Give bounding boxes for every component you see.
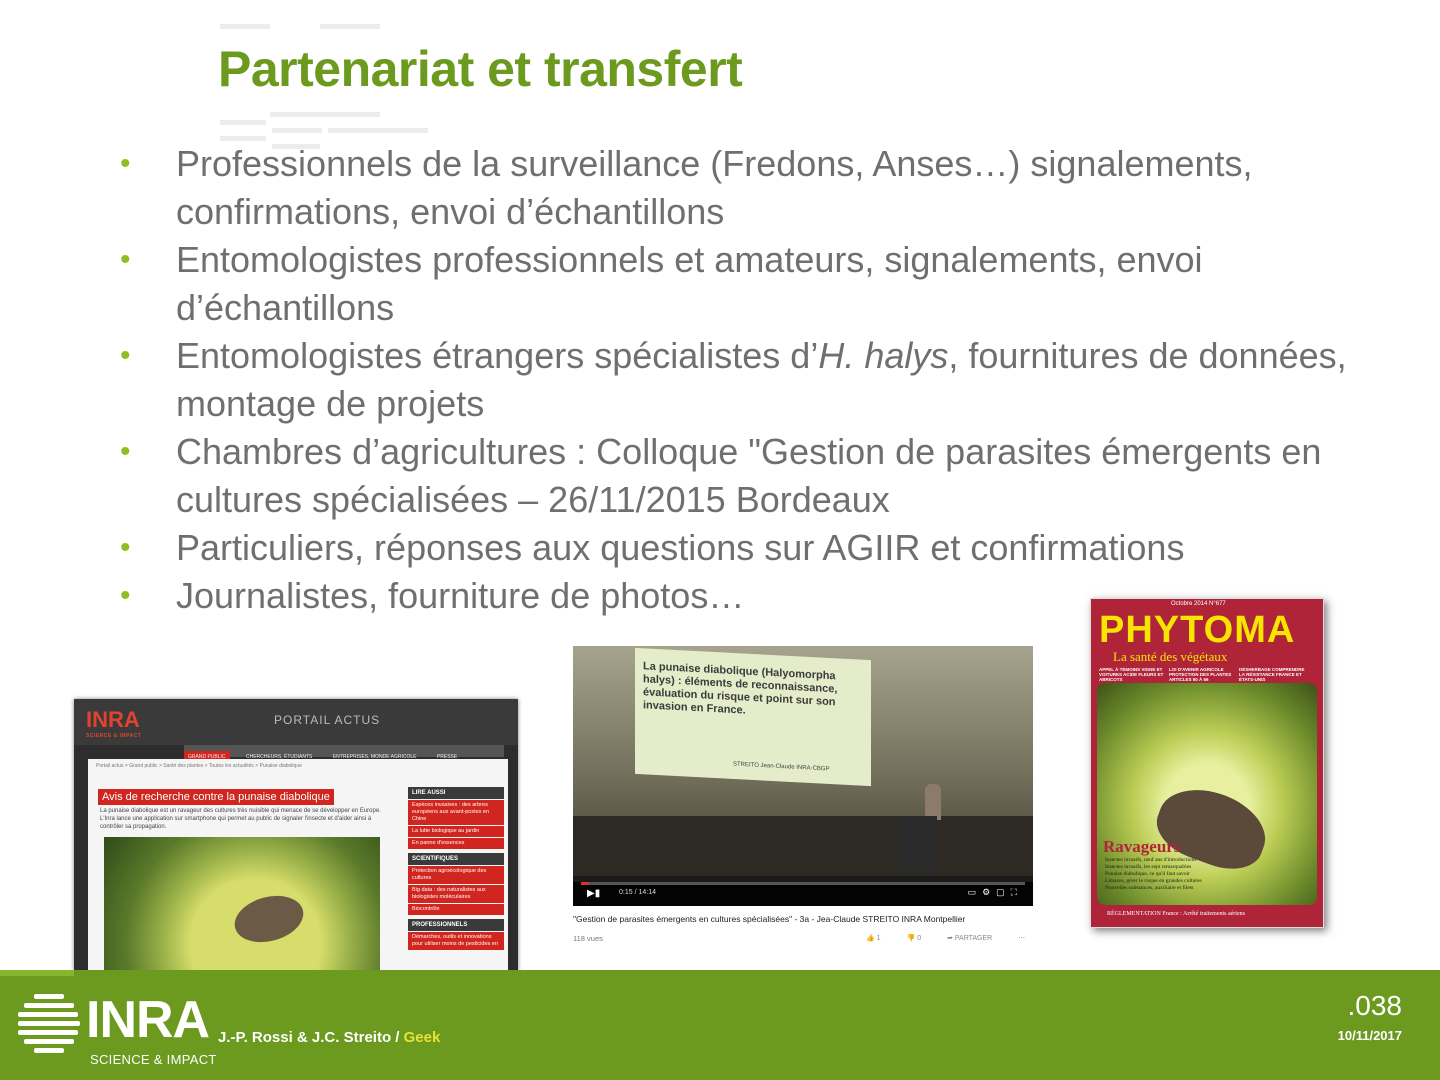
bullet-item: • Particuliers, réponses aux questions su…	[120, 524, 1360, 572]
sidebar-link[interactable]: Big data : des naturalistes aux biologis…	[408, 885, 504, 903]
portal-title: PORTAIL ACTUS	[274, 713, 381, 727]
breadcrumb: Portail actus > Grand public > Santé des…	[96, 763, 302, 769]
magazine-subtitle: La santé des végétaux	[1113, 649, 1228, 664]
sidebar-header: LIRE AUSSI	[408, 787, 504, 799]
sidebar-header: SCIENTIFIQUES	[408, 853, 504, 865]
like-button[interactable]: 👍 1	[866, 935, 893, 942]
sidebar-link[interactable]: Espèces invasives : des arbres européens…	[408, 800, 504, 825]
bullet-item: • Chambres d’agricultures : Colloque "Ges…	[120, 428, 1360, 524]
sidebar-link[interactable]: En panne d'essences	[408, 838, 504, 849]
portal-sidebar: LIRE AUSSI Espèces invasives : des arbre…	[408, 783, 504, 950]
bullet-item: • Entomologistes étrangers spécialistes d…	[120, 332, 1360, 428]
stink-bug-image	[229, 888, 309, 950]
article-intro: La punaise diabolique est un ravageur de…	[100, 808, 381, 830]
sidebar-link[interactable]: Démarches, outils et innovations pour ut…	[408, 932, 504, 950]
slide-title: Partenariat et transfert	[218, 41, 743, 97]
bullet-icon: •	[120, 531, 131, 564]
conference-video[interactable]: La punaise diabolique (Halyomorpha halys…	[573, 646, 1033, 906]
bullet-item: • Entomologistes professionnels et amateu…	[120, 236, 1360, 332]
magazine-regulation: RÉGLEMENTATION France : Arrêté traitemen…	[1107, 911, 1245, 917]
portal-page: Portail actus > Grand public > Santé des…	[88, 759, 508, 971]
magazine-masthead: PHYTOMA	[1099, 609, 1296, 651]
sidebar-link[interactable]: La lutte biologique au jardin	[408, 826, 504, 837]
footer-tagline: SCIENCE & IMPACT	[90, 1052, 217, 1067]
inra-portal-logo: INRA SCIENCE & IMPACT	[86, 707, 142, 739]
video-time: 0:15 / 14:14	[619, 889, 656, 896]
footer-credits: J.-P. Rossi & J.C. Streito / Geek	[218, 1029, 441, 1046]
bullet-icon: •	[120, 435, 131, 468]
stink-bug-photo	[104, 837, 380, 971]
footer-logo-text: INRA	[86, 991, 210, 1049]
bullet-icon: •	[120, 147, 131, 180]
bullet-icon: •	[120, 339, 131, 372]
phytoma-magazine-cover: Octobre 2014 N°677 PHYTOMA La santé des …	[1090, 598, 1324, 928]
sidebar-link[interactable]: Protection agroécologique des cultures	[408, 866, 504, 884]
speaker	[925, 784, 941, 820]
magazine-feature: Ravageurs	[1103, 837, 1181, 856]
video-views: 118 vues	[573, 934, 603, 943]
sidebar-link[interactable]: Biocontrôle	[408, 904, 504, 915]
bullet-item: • Professionnels de la surveillance (Fred…	[120, 140, 1360, 236]
more-icon[interactable]: ⋯	[1018, 935, 1025, 942]
play-pause-icon[interactable]: ▶▮	[587, 888, 600, 899]
dislike-button[interactable]: 👎 0	[907, 935, 934, 942]
video-progress-fill	[581, 882, 589, 885]
magazine-teasers: APPEL À TÉMOINS VIGNE ET VOITURES ACIDE …	[1099, 667, 1305, 682]
share-button[interactable]: ➦ PARTAGER	[947, 935, 1004, 942]
bullet-list: • Professionnels de la surveillance (Fred…	[120, 140, 1360, 620]
slide-date: 10/11/2017	[1337, 1028, 1402, 1043]
inra-globe-icon	[18, 994, 80, 1056]
stage	[573, 816, 1033, 876]
video-actions: 👍 1 👎 0 ➦ PARTAGER ⋯	[866, 934, 1037, 942]
article-heading: Avis de recherche contre la punaise diab…	[98, 789, 334, 805]
species-name: H. halys	[818, 335, 949, 376]
inra-portal-screenshot: INRA SCIENCE & IMPACT PORTAIL ACTUS GRAND…	[74, 699, 518, 971]
portal-nav: GRAND PUBLIC CHERCHEURS, ÉTUDIANTS ENTRE…	[184, 745, 504, 763]
sidebar-header: PROFESSIONNELS	[408, 919, 504, 931]
podium	[899, 816, 937, 872]
video-settings-icons[interactable]: ▭⚙▢⛶	[968, 887, 1023, 898]
page-number: .038	[1347, 990, 1403, 1021]
magazine-issue: Octobre 2014 N°677	[1171, 601, 1226, 607]
feature-list: Insectes invasifs, neuf ans d'introducti…	[1105, 857, 1202, 891]
bullet-icon: •	[120, 579, 131, 612]
footer-accent	[0, 970, 74, 976]
video-caption[interactable]: "Gestion de parasites émergents en cultu…	[573, 914, 965, 924]
bullet-icon: •	[120, 243, 131, 276]
video-progress-bar[interactable]	[581, 882, 1025, 885]
